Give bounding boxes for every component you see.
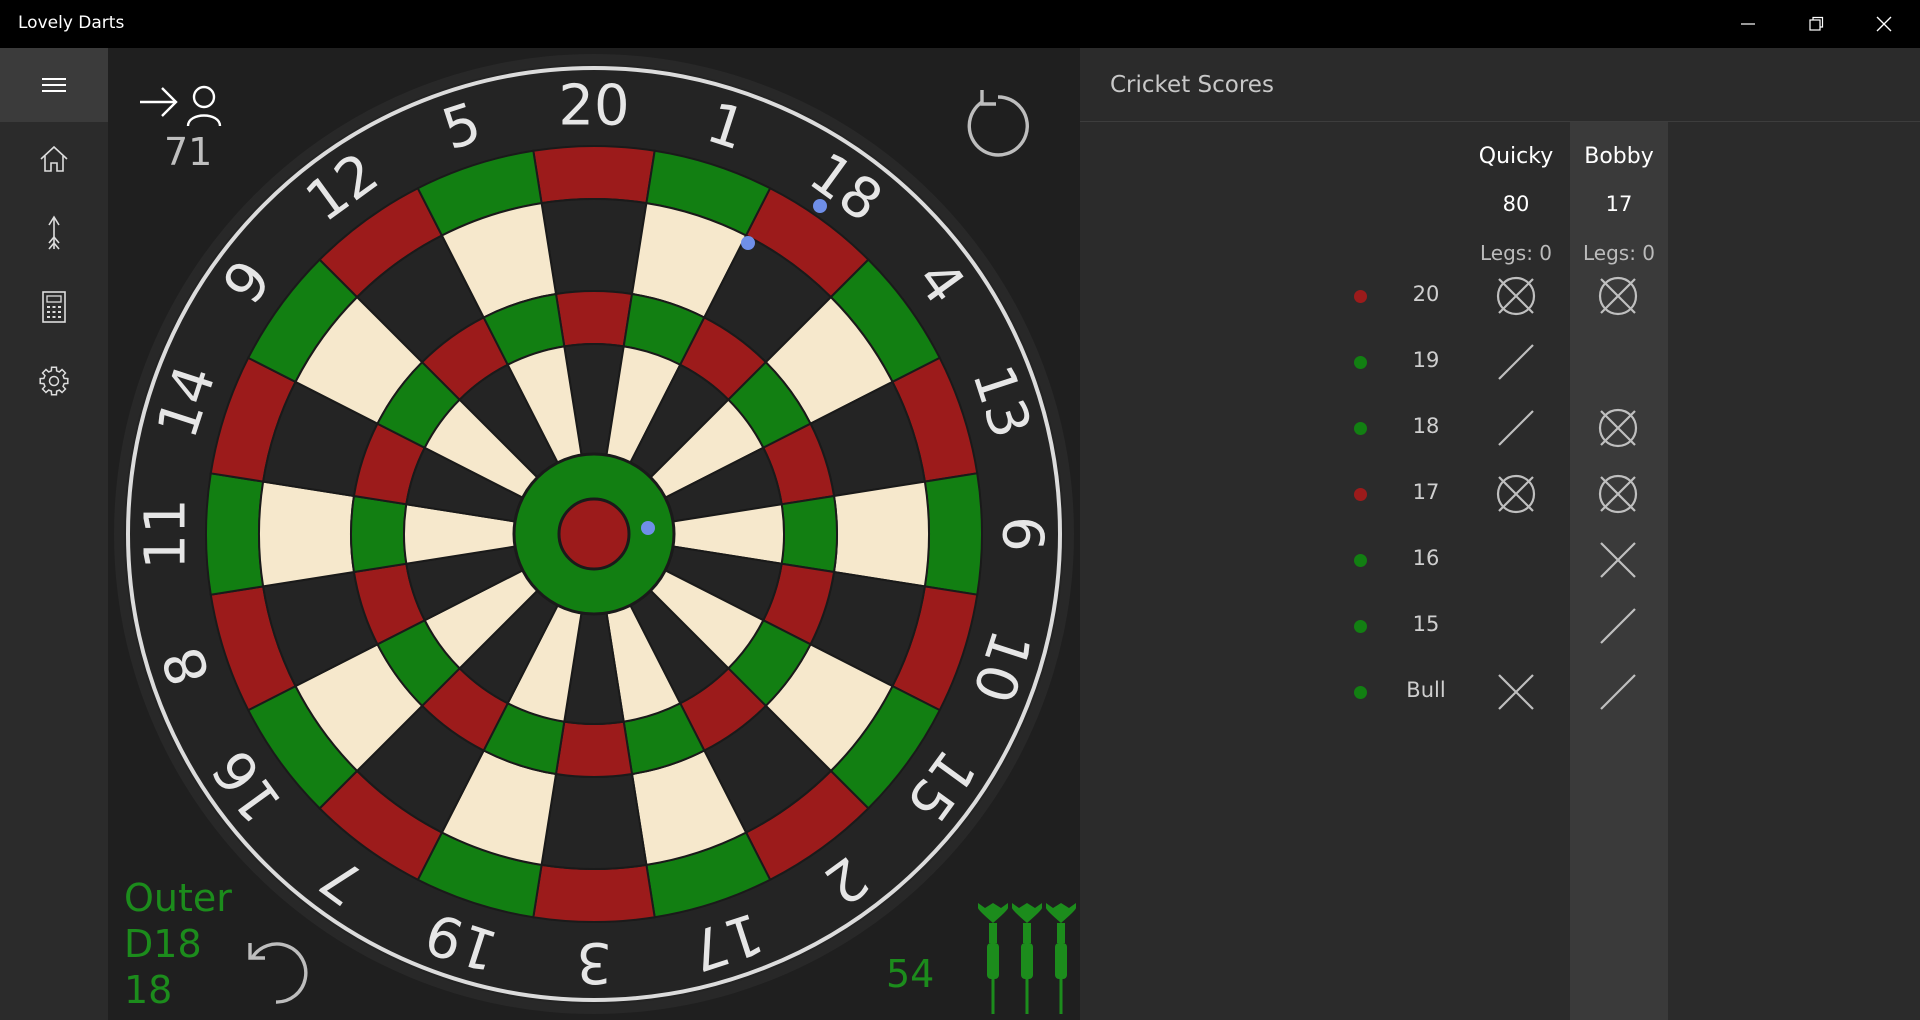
navigation-pane	[0, 48, 108, 1020]
mark-closed-icon	[1598, 276, 1638, 316]
nav-calculator-button[interactable]	[0, 270, 108, 344]
minimize-icon	[1741, 23, 1755, 25]
row-label: 15	[1412, 612, 1440, 636]
undo-icon[interactable]	[244, 938, 308, 1014]
row-indicator-dot	[1354, 686, 1367, 699]
hamburger-menu-icon	[42, 78, 66, 92]
nav-play-button[interactable]	[0, 196, 108, 270]
row-indicator-dot	[1354, 488, 1367, 501]
row-indicator-dot	[1354, 356, 1367, 369]
last-hit-ring: Outer	[124, 876, 232, 920]
dart-hit-marker	[741, 236, 755, 250]
last-hit-segment: D18	[124, 922, 202, 966]
player-points-quicky: 80	[1502, 192, 1530, 216]
restore-icon	[1809, 16, 1824, 31]
row-label: Bull	[1406, 678, 1446, 702]
darts-icon	[48, 215, 60, 250]
mark-none-icon	[1493, 537, 1539, 583]
nav-home-button[interactable]	[0, 122, 108, 196]
last-hit-points: 18	[124, 968, 173, 1012]
mark-single-icon	[1498, 344, 1534, 380]
cricket-scores-panel: Cricket Scores Quicky 80 Legs: 0 Bobby 1…	[1080, 48, 1920, 1020]
dart-icon	[1012, 903, 1042, 1014]
mark-single-icon	[1600, 674, 1636, 710]
mark-closed-icon	[1598, 474, 1638, 514]
mark-none-icon	[1493, 603, 1539, 649]
row-label: 18	[1412, 414, 1440, 438]
scores-title: Cricket Scores	[1110, 72, 1274, 98]
row-indicator-dot	[1354, 554, 1367, 567]
player-legs-bobby: Legs: 0	[1582, 241, 1656, 265]
nav-settings-button[interactable]	[0, 344, 108, 418]
board-number-20: 20	[558, 74, 629, 139]
row-indicator-dot	[1354, 422, 1367, 435]
mark-none-icon	[1595, 339, 1641, 385]
mark-closed-icon	[1496, 276, 1536, 316]
dart-hit-marker	[641, 521, 655, 535]
mark-single-icon	[1498, 410, 1534, 446]
scores-header: Cricket Scores	[1080, 48, 1920, 122]
player-legs-quicky: Legs: 0	[1479, 241, 1553, 265]
dart-icon	[978, 903, 1008, 1014]
nav-hamburger-button[interactable]	[0, 48, 108, 122]
row-label: 17	[1412, 480, 1440, 504]
remaining-darts-icon	[978, 903, 1076, 1014]
restart-icon[interactable]	[960, 88, 1036, 164]
board-number-11: 11	[134, 498, 199, 569]
row-indicator-dot	[1354, 290, 1367, 303]
app-title: Lovely Darts	[18, 13, 125, 33]
row-label: 20	[1412, 282, 1440, 306]
settings-gear-icon	[39, 366, 69, 396]
player-name-bobby: Bobby	[1584, 144, 1654, 169]
restore-button[interactable]	[1782, 0, 1850, 48]
dartboard[interactable]: 20 11841361015217319716811149125	[108, 48, 1080, 1020]
mark-double-icon	[1600, 542, 1636, 578]
current-player-score: 71	[164, 130, 213, 174]
player-points-bobby: 17	[1605, 192, 1633, 216]
darts-turn-score: 54	[886, 952, 935, 996]
player-name-quicky: Quicky	[1478, 144, 1554, 169]
mark-closed-icon	[1496, 474, 1536, 514]
row-label: 19	[1412, 348, 1440, 372]
last-hit-info: Outer D18 18	[124, 875, 232, 1013]
dart-hit-marker	[813, 199, 827, 213]
next-player-icon[interactable]	[136, 80, 236, 130]
dart-icon	[1046, 903, 1076, 1014]
row-indicator-dot	[1354, 620, 1367, 633]
close-icon	[1876, 16, 1892, 32]
mark-single-icon	[1600, 608, 1636, 644]
row-label: 16	[1412, 546, 1440, 570]
minimize-button[interactable]	[1714, 0, 1782, 48]
mark-closed-icon	[1598, 408, 1638, 448]
home-icon	[40, 145, 68, 172]
mark-double-icon	[1498, 674, 1534, 710]
close-button[interactable]	[1850, 0, 1918, 48]
dartboard-area: 20 1 18 4 13 6 10 15 2 17 3 19 7 16 8 11 14 9 12 5 71 Outer…	[108, 48, 1080, 1020]
title-bar: Lovely Darts	[0, 0, 1920, 48]
board-number-6: 6	[990, 516, 1055, 552]
board-number-3: 3	[576, 930, 612, 995]
calculator-icon	[42, 291, 66, 323]
